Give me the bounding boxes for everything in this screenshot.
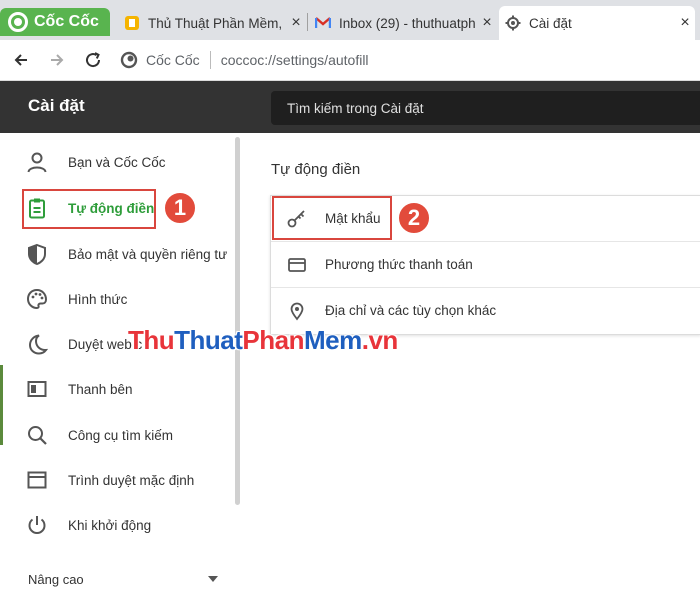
omnibox-divider (209, 51, 211, 69)
back-button[interactable] (6, 45, 36, 75)
tab-title: Thủ Thuật Phần Mềm, ... (148, 15, 286, 31)
settings-header: Cài đặt (0, 81, 700, 133)
row-payment-methods[interactable]: Phương thức thanh toán (271, 242, 700, 287)
watermark-part: .vn (361, 325, 399, 355)
highlight-password-box (272, 196, 392, 240)
power-icon (24, 512, 50, 538)
reload-icon (86, 52, 101, 68)
sidebar-item-search-engine[interactable]: Công cụ tìm kiếm (24, 417, 234, 453)
sidebar-item-label: Thanh bên (68, 381, 133, 397)
sidebar-item-default-browser[interactable]: Trình duyệt mặc định (24, 462, 234, 498)
omnibox-url: coccoc://settings/autofill (220, 52, 369, 68)
arrow-left-icon (14, 54, 27, 66)
sidebar-scrollbar[interactable] (235, 137, 240, 505)
section-title: Tự động điền (271, 161, 361, 178)
page-title: Cài đặt (28, 96, 85, 115)
advanced-toggle[interactable]: Nâng cao (28, 570, 218, 588)
brand-label: Cốc Cốc (34, 13, 99, 30)
tab-inbox[interactable]: Inbox (29) - thuthuatph × (309, 8, 497, 38)
tab-title: Cài đặt (529, 15, 572, 31)
row-label: Phương thức thanh toán (325, 257, 473, 272)
coccoc-brand-button[interactable]: Cốc Cốc (0, 8, 110, 36)
step-badge-2: 2 (397, 201, 431, 235)
gear-icon (505, 15, 521, 31)
caret-down-icon (208, 576, 218, 582)
advanced-label: Nâng cao (28, 571, 84, 587)
address-bar[interactable]: Cốc Cốc coccoc://settings/autofill (120, 44, 700, 76)
desktop-edge (0, 365, 3, 445)
browser-window-icon (24, 467, 50, 493)
tab-title: Inbox (29) - thuthuatph (339, 15, 476, 31)
forward-button[interactable] (42, 45, 72, 75)
browser-toolbar: Cốc Cốc coccoc://settings/autofill (0, 40, 700, 81)
sidebar-panel-icon (24, 376, 50, 402)
omnibox-site-name: Cốc Cốc (146, 52, 200, 68)
search-icon (24, 422, 50, 448)
sidebar-item-privacy[interactable]: Bảo mật và quyền riêng tư (24, 236, 234, 272)
close-icon[interactable]: × (286, 14, 306, 32)
settings-search-box[interactable] (271, 91, 700, 125)
watermark-part: Thu (128, 325, 175, 355)
tab-settings[interactable]: Cài đặt × (499, 6, 695, 40)
moon-icon (24, 331, 50, 357)
sidebar-item-appearance[interactable]: Hình thức (24, 281, 234, 317)
site-logo-icon (120, 51, 138, 69)
tab-favicon-icon (124, 15, 140, 31)
sidebar-item-label: Trình duyệt mặc định (68, 472, 195, 488)
coccoc-logo-icon (8, 12, 28, 32)
reload-button[interactable] (78, 45, 108, 75)
location-pin-icon (287, 301, 307, 321)
highlight-autofill-box (22, 189, 156, 229)
sidebar-item-label: Bảo mật và quyền riêng tư (68, 246, 228, 262)
palette-icon (24, 286, 50, 312)
sidebar-item-sidebar[interactable]: Thanh bên (24, 371, 234, 407)
sidebar-item-you-and-coccoc[interactable]: Bạn và Cốc Cốc (24, 144, 234, 180)
person-icon (24, 149, 50, 175)
gmail-icon (315, 15, 331, 31)
shield-icon (24, 241, 50, 267)
watermark-logo: ThuThuatPhanMem.vn (128, 325, 398, 356)
watermark-part: Mem (304, 325, 362, 355)
step-badge-1: 1 (163, 191, 197, 225)
sidebar-item-label: Khi khởi động (68, 517, 152, 533)
tab-thuthuat[interactable]: Thủ Thuật Phần Mềm, ... × (118, 8, 306, 38)
sidebar-item-on-startup[interactable]: Khi khởi động (24, 507, 234, 543)
tab-strip: Cốc Cốc Thủ Thuật Phần Mềm, ... × Inbox … (0, 0, 700, 40)
credit-card-icon (287, 255, 307, 275)
sidebar-item-label: Hình thức (68, 291, 128, 307)
close-icon[interactable]: × (675, 14, 695, 32)
search-input[interactable] (271, 91, 687, 125)
arrow-right-icon (51, 54, 64, 66)
watermark-part: Thuat (174, 325, 243, 355)
close-icon[interactable]: × (477, 14, 497, 32)
tab-divider (307, 13, 308, 31)
row-label: Địa chỉ và các tùy chọn khác (325, 303, 497, 318)
sidebar-item-label: Bạn và Cốc Cốc (68, 154, 166, 170)
sidebar-item-label: Công cụ tìm kiếm (68, 427, 174, 443)
watermark-part: Phan (242, 325, 304, 355)
